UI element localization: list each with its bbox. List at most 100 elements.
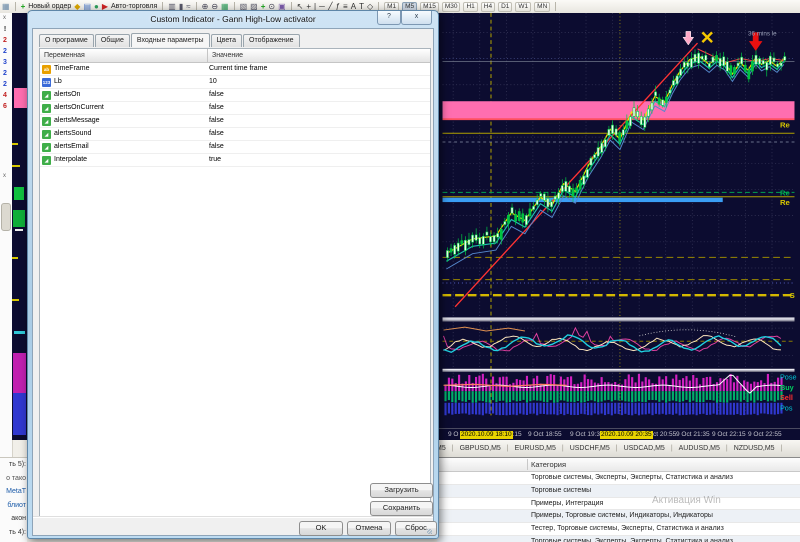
param-row[interactable]: abTimeFrameCurrent time frame <box>40 63 430 76</box>
panel-close-icon-2[interactable]: x <box>3 173 6 179</box>
hist-bar-blue <box>587 403 589 415</box>
param-value[interactable]: Current time frame <box>205 63 430 75</box>
close-icon[interactable]: x <box>401 11 432 25</box>
new-order-plus-icon[interactable]: + <box>21 2 26 12</box>
hist-bar-magenta <box>648 379 650 391</box>
param-value[interactable]: false <box>205 115 430 127</box>
candle-body <box>637 111 639 116</box>
hist-bar-green <box>618 391 620 400</box>
hist-bar-green <box>519 391 521 401</box>
timeframe-button-h1[interactable]: H1 <box>463 2 477 12</box>
category-row[interactable]: Тестер, Торговые системы, Эксперты, Стат… <box>437 523 800 536</box>
param-name: alertsOnCurrent <box>54 102 104 114</box>
param-row[interactable]: ◢alertsEmailfalse <box>40 141 430 154</box>
hist-bar-green <box>628 391 630 401</box>
param-value[interactable]: false <box>205 141 430 153</box>
timeframe-button-w1[interactable]: W1 <box>515 2 531 12</box>
dialog-tabs: О программеОбщиеВходные параметрыЦветаОт… <box>39 33 301 47</box>
candle-body <box>461 241 463 244</box>
category-row[interactable]: Примеры, Интеграция <box>437 498 800 511</box>
chart-tab-audusd[interactable]: AUDUSD,M5 <box>677 445 722 452</box>
dialog-tab-цвета[interactable]: Цвета <box>211 34 243 47</box>
bool-type-icon: ◢ <box>42 104 51 113</box>
chart-area[interactable]: 36 mins leReReReSPoseBuySellPos <box>437 13 800 428</box>
cancel-button[interactable]: Отмена <box>347 521 391 536</box>
dialog-tab-общие[interactable]: Общие <box>95 34 130 47</box>
timeframe-button-m30[interactable]: M30 <box>442 2 461 12</box>
candle-body <box>694 54 696 62</box>
hist-bar-blue <box>472 403 474 414</box>
hist-bar-blue <box>512 403 514 415</box>
hist-bar-blue <box>665 403 667 415</box>
chart-tab-usdcad[interactable]: USDCAD,M5 <box>622 445 667 452</box>
hist-bar-green <box>746 391 748 402</box>
category-row[interactable]: Торговые системы, Эксперты, Эксперты, Ст… <box>437 472 800 485</box>
chart-tab-bar: D,M5|GBPUSD,M5|EURUSD,M5|USDCHF,M5|USDCA… <box>427 440 800 458</box>
candle-body <box>504 221 506 224</box>
resize-grip[interactable] <box>427 529 432 534</box>
category-header[interactable]: Категория <box>437 458 800 472</box>
column-value[interactable]: Значение <box>208 49 430 62</box>
tick <box>12 257 18 259</box>
candle-body <box>654 92 656 96</box>
panel-close-icon[interactable]: x <box>3 15 6 21</box>
hist-bar-blue <box>757 403 759 415</box>
param-value[interactable]: true <box>205 154 430 166</box>
time-axis-label: 9 Oct 18:55 <box>528 431 562 439</box>
chart-tab-usdchf[interactable]: USDCHF,M5 <box>568 445 612 452</box>
new-order-label[interactable]: Новый ордер <box>28 3 71 10</box>
hist-bar-blue <box>716 403 718 415</box>
chart-tab-eurusd[interactable]: EURUSD,M5 <box>513 445 558 452</box>
chart-tab-nzdusd[interactable]: NZDUSD,M5 <box>732 445 777 452</box>
hist-bar-green <box>539 391 541 401</box>
category-row[interactable]: Торговые системы, Эксперты, Эксперты, Ст… <box>437 536 800 542</box>
param-value[interactable]: 10 <box>205 76 430 88</box>
candle-body <box>511 208 513 214</box>
load-button[interactable]: Загрузить <box>370 483 433 498</box>
candle-body <box>529 209 531 216</box>
chart-tab-gbpusd[interactable]: GBPUSD,M5 <box>458 445 503 452</box>
param-row[interactable]: ◢alertsOnfalse <box>40 89 430 102</box>
hist-bar-magenta <box>716 382 718 391</box>
candle-body <box>733 67 735 73</box>
candle-body <box>784 57 786 61</box>
tab-separator: | <box>562 445 564 452</box>
timeframe-button-mn[interactable]: MN <box>534 2 550 12</box>
param-row[interactable]: ◢alertsSoundfalse <box>40 128 430 141</box>
hist-bar-green <box>614 391 616 400</box>
dialog-tab-входные-параметры[interactable]: Входные параметры <box>131 33 210 47</box>
hist-bar-blue <box>556 403 558 415</box>
param-row[interactable]: ◢alertsOnCurrent false <box>40 102 430 115</box>
dialog-tab-отображение[interactable]: Отображение <box>243 34 300 47</box>
dialog-tab-о-программе[interactable]: О программе <box>39 34 94 47</box>
param-value[interactable]: false <box>205 89 430 101</box>
param-row[interactable]: 123Lb10 <box>40 76 430 89</box>
param-row[interactable]: ◢Interpolatetrue <box>40 154 430 167</box>
hist-bar-blue <box>709 403 711 415</box>
param-value[interactable]: false <box>205 102 430 114</box>
charts-icon[interactable]: ▦ <box>2 2 10 12</box>
candle-body <box>547 198 549 207</box>
column-divider[interactable] <box>527 459 528 470</box>
category-row[interactable]: Примеры, Торговые системы, Индикаторы, И… <box>437 510 800 523</box>
help-button[interactable]: ? <box>377 11 401 25</box>
hist-bar-blue <box>645 403 647 415</box>
param-value[interactable]: false <box>205 128 430 140</box>
ok-button[interactable]: OK <box>299 521 343 536</box>
timeframe-button-d1[interactable]: D1 <box>498 2 512 12</box>
hist-bar-blue <box>631 403 633 416</box>
save-button[interactable]: Сохранить <box>370 501 433 516</box>
price-chart[interactable]: 36 mins leReReReSPoseBuySellPos <box>437 13 800 428</box>
param-row[interactable]: ◢alertsMessagefalse <box>40 115 430 128</box>
column-variable[interactable]: Переменная <box>40 49 208 62</box>
autotrading-label[interactable]: Авто-торговля <box>111 3 157 10</box>
hist-bar-green <box>526 391 528 402</box>
timeframe-button-h4[interactable]: H4 <box>481 2 495 12</box>
hist-bar-blue <box>679 403 681 416</box>
scrollbar-thumb[interactable] <box>1 203 11 231</box>
candle-body <box>665 97 667 103</box>
hist-bar-magenta <box>516 379 518 391</box>
category-row[interactable]: Торговые системы <box>437 485 800 498</box>
hist-bar-green <box>634 391 636 402</box>
parameters-table: Переменная Значение abTimeFrameCurrent t… <box>39 48 431 517</box>
